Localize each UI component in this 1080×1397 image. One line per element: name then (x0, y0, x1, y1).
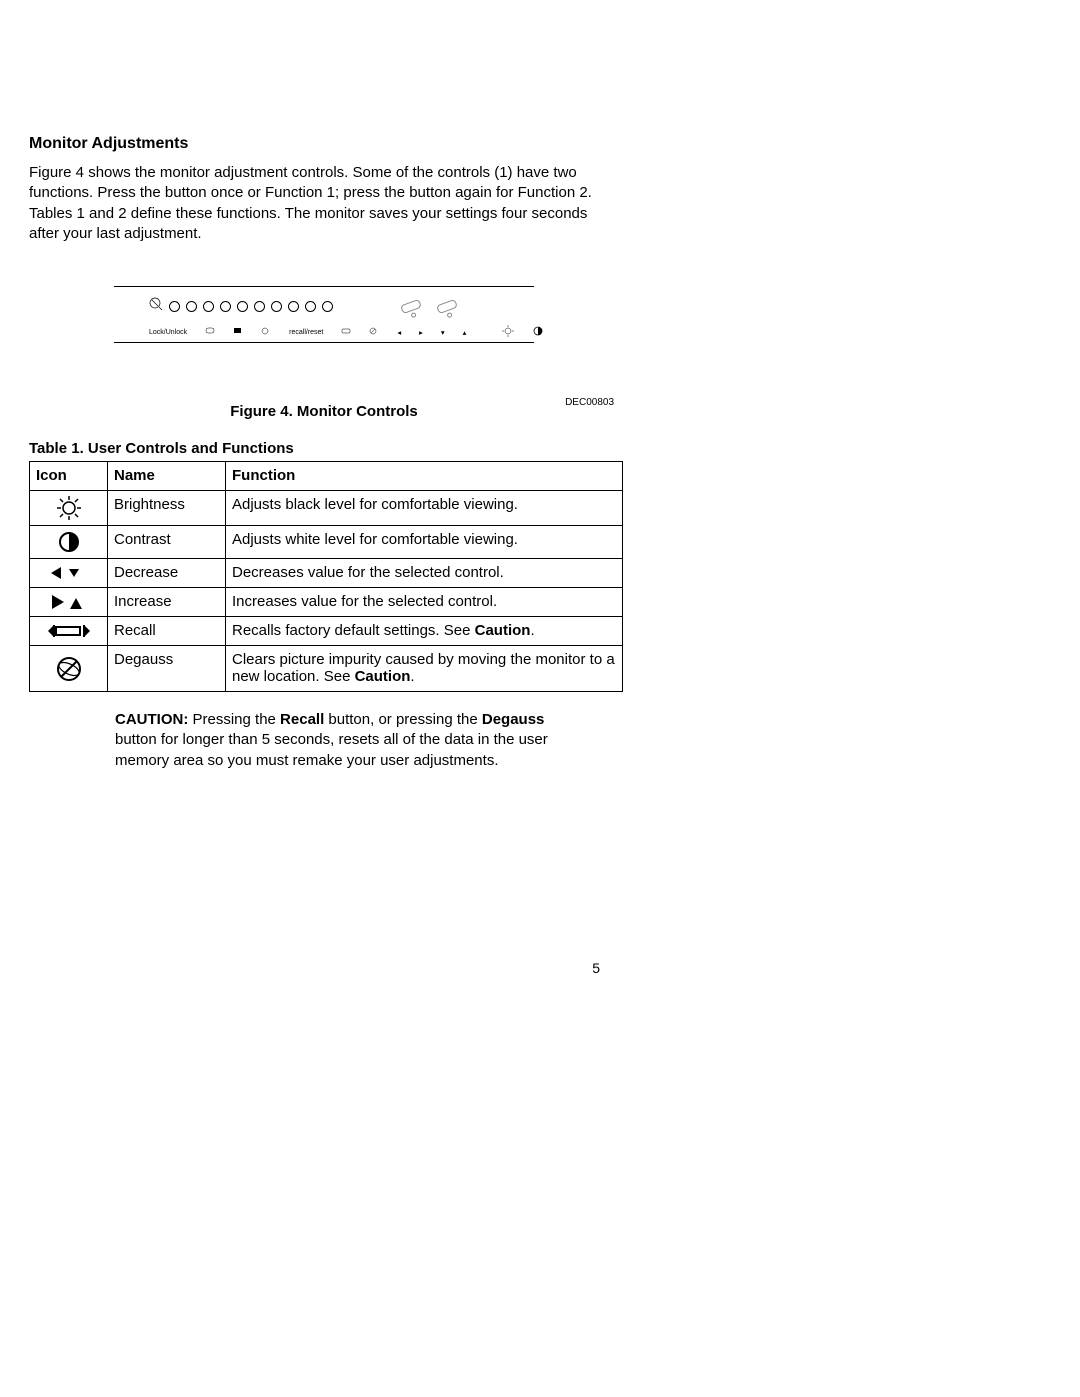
function-cell: Decreases value for the selected control… (226, 559, 623, 588)
panel-mini-icon (341, 327, 351, 337)
intro-paragraph: Figure 4 shows the monitor adjustment co… (29, 163, 620, 244)
panel-button[interactable] (288, 301, 299, 312)
panel-mini-icon (369, 327, 379, 337)
panel-lock-label: Lock/Unlock (149, 329, 187, 336)
name-cell: Brightness (108, 491, 226, 526)
function-cell: Adjusts white level for comfortable view… (226, 526, 623, 559)
increase-icon (49, 592, 89, 612)
section-title: Monitor Adjustments (29, 135, 620, 153)
figure-caption: Figure 4. Monitor Controls (114, 403, 534, 420)
icon-cell (30, 588, 108, 617)
recall-icon (46, 621, 92, 641)
panel-down-icon: ▾ (441, 328, 445, 337)
panel-button[interactable] (169, 301, 180, 312)
panel-button[interactable] (322, 301, 333, 312)
table-row: ContrastAdjusts white level for comforta… (30, 526, 623, 559)
table-header-icon: Icon (30, 462, 108, 491)
panel-mini-icon (233, 327, 243, 337)
table-title: Table 1. User Controls and Functions (29, 440, 620, 457)
function-cell: Adjusts black level for comfortable view… (226, 491, 623, 526)
panel-button[interactable] (186, 301, 197, 312)
table-header-name: Name (108, 462, 226, 491)
brightness-icon (56, 495, 82, 521)
icon-cell (30, 559, 108, 588)
caution-note: CAUTION: Pressing the Recall button, or … (115, 710, 563, 771)
table-row: BrightnessAdjusts black level for comfor… (30, 491, 623, 526)
name-cell: Contrast (108, 526, 226, 559)
panel-contrast-icon (532, 325, 544, 339)
panel-brightness-icon (502, 325, 514, 339)
name-cell: Increase (108, 588, 226, 617)
panel-button[interactable] (237, 301, 248, 312)
icon-cell (30, 526, 108, 559)
figure-code: DEC00803 (565, 397, 614, 408)
page-number: 5 (592, 960, 600, 976)
figure-monitor-controls: Lock/Unlock recall/reset ◂ ▸ (114, 274, 620, 343)
user-controls-table: Icon Name Function BrightnessAdjusts bla… (29, 461, 623, 692)
function-cell: Increases value for the selected control… (226, 588, 623, 617)
brightness-knob[interactable] (400, 298, 422, 313)
table-row: DegaussClears picture impurity caused by… (30, 646, 623, 692)
decrease-icon (49, 563, 89, 583)
panel-button[interactable] (305, 301, 316, 312)
panel-button[interactable] (220, 301, 231, 312)
panel-mini-icon (261, 327, 271, 337)
name-cell: Recall (108, 617, 226, 646)
table-row: RecallRecalls factory default settings. … (30, 617, 623, 646)
icon-cell (30, 617, 108, 646)
name-cell: Decrease (108, 559, 226, 588)
panel-button[interactable] (254, 301, 265, 312)
table-row: IncreaseIncreases value for the selected… (30, 588, 623, 617)
panel-button[interactable] (271, 301, 282, 312)
panel-degauss-icon (149, 297, 163, 315)
contrast-knob[interactable] (436, 298, 458, 313)
function-cell: Clears picture impurity caused by moving… (226, 646, 623, 692)
degauss-icon (55, 655, 83, 683)
table-row: DecreaseDecreases value for the selected… (30, 559, 623, 588)
table-header-function: Function (226, 462, 623, 491)
panel-up-icon: ▴ (463, 328, 467, 337)
panel-recall-label: recall/reset (289, 329, 323, 336)
panel-mini-icon (205, 327, 215, 337)
panel-button[interactable] (203, 301, 214, 312)
panel-right-icon: ▸ (419, 328, 423, 337)
name-cell: Degauss (108, 646, 226, 692)
icon-cell (30, 491, 108, 526)
panel-left-icon: ◂ (397, 328, 401, 337)
contrast-icon (57, 530, 81, 554)
icon-cell (30, 646, 108, 692)
function-cell: Recalls factory default settings. See Ca… (226, 617, 623, 646)
